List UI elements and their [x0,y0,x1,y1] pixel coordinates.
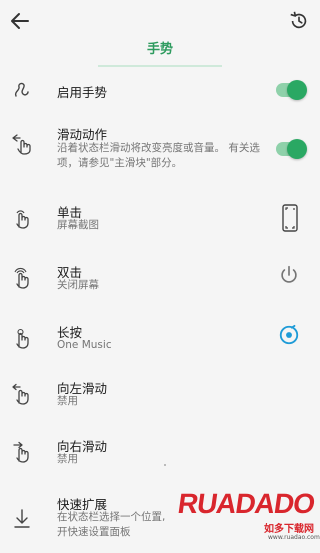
row-subtitle: 屏幕截图 [57,219,99,231]
swipe-right-icon [13,441,29,463]
single-tap-icon [16,210,29,229]
tab-gestures[interactable]: 手势 [0,38,320,57]
slide-action-row[interactable]: 滑动动作 沿着状态栏滑动将改变亮度或音量。 有关选项，请参见"主滑块"部分。 [0,118,320,180]
watermark-cn-text: 如多下载网 [264,524,314,535]
long-press-icon [16,328,29,349]
row-description: 沿着状态栏滑动将改变亮度或音量。 有关选项，请参见"主滑块"部分。 [57,142,260,169]
double-tap-row[interactable]: 双击 关闭屏幕 [0,256,320,300]
power-icon[interactable] [278,264,300,286]
enable-gestures-row[interactable]: 启用手势 [0,72,320,108]
watermark-url: www.ruadao.com [268,534,320,541]
row-description: 在状态栏选择一个位置, 开快速设置面板 [57,511,166,538]
pull-down-icon [14,509,30,528]
back-arrow-icon[interactable] [8,9,32,33]
toggle-knob [287,139,307,159]
long-press-row[interactable]: 长按 One Music [0,316,320,360]
restore-defaults-icon[interactable] [288,10,310,32]
row-title: 启用手势 [57,85,108,100]
row-subtitle: One Music [57,339,112,351]
row-subtitle: 关闭屏幕 [57,279,99,291]
enable-gestures-toggle[interactable] [276,80,307,100]
single-tap-row[interactable]: 单击 屏幕截图 [0,196,320,240]
swipe-hand-icon [12,134,31,155]
phone-screenshot-icon[interactable] [280,204,300,232]
divider-dot [164,464,166,466]
squiggle-gesture-icon [14,82,29,97]
toggle-knob [287,80,307,100]
music-app-icon[interactable] [278,324,300,346]
swipe-left-row[interactable]: 向左滑动 禁用 [0,372,320,416]
watermark-letters: RUADADO [175,488,317,519]
row-subtitle: 禁用 [57,453,78,465]
watermark-logo: RUADADO 如多下载网 www.ruadao.com [175,488,320,553]
slide-action-toggle[interactable] [276,139,307,159]
tab-bar: 手势 [0,34,320,70]
swipe-left-icon [12,383,29,405]
swipe-right-row[interactable]: 向右滑动 禁用 [0,430,320,474]
double-tap-icon [14,267,29,289]
tab-indicator [98,65,222,67]
row-subtitle: 禁用 [57,395,78,407]
